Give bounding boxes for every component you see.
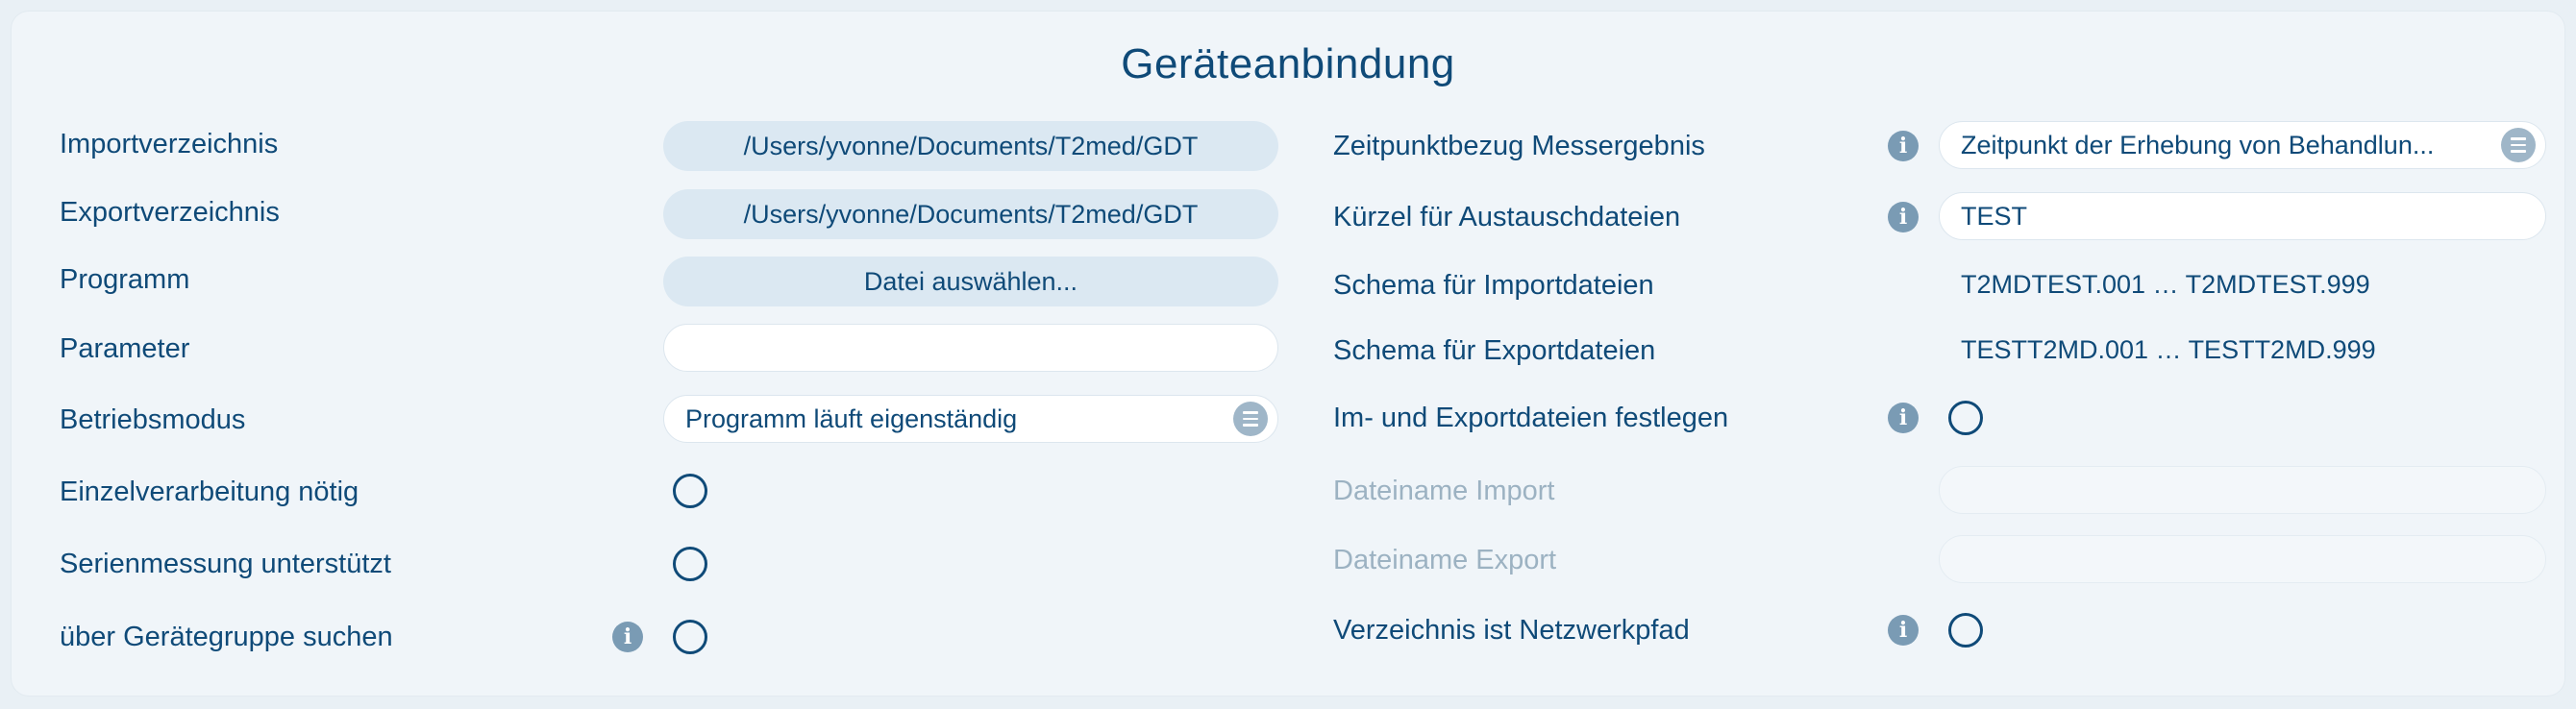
export-schema-label: Schema für Exportdateien [1333,335,1656,366]
abbreviation-value: TEST [1961,201,2028,231]
import-schema-label: Schema für Importdateien [1333,270,1654,301]
mode-value: Programm läuft eigenständig [685,403,1018,433]
series-measurement-label: Serienmessung unterstützt [60,549,391,579]
import-dir-label: Importverzeichnis [60,129,279,159]
list-select-icon[interactable] [2501,128,2536,162]
import-schema-value: T2MDTEST.001 … T2MDTEST.999 [1961,270,2370,299]
export-schema-value: TESTT2MD.001 … TESTT2MD.999 [1961,335,2376,364]
program-select-button[interactable]: Datei auswählen... [663,257,1278,306]
info-icon[interactable]: i [1888,131,1919,161]
network-path-label: Verzeichnis ist Netzwerkpfad [1333,615,1690,646]
panel-title: Geräteanbindung [1121,40,1455,87]
export-dir-button[interactable]: /Users/yvonne/Documents/T2med/GDT [663,189,1278,239]
abbreviation-label: Kürzel für Austauschdateien [1333,202,1681,232]
search-group-radio[interactable] [673,620,707,654]
export-filename-label: Dateiname Export [1333,545,1557,575]
series-measurement-radio[interactable] [673,547,707,581]
time-reference-select[interactable]: Zeitpunkt der Erhebung von Behandlun... [1939,121,2546,169]
parameter-label: Parameter [60,333,190,364]
time-reference-value: Zeitpunkt der Erhebung von Behandlun... [1961,130,2435,159]
single-processing-label: Einzelverarbeitung nötig [60,477,359,507]
info-icon[interactable]: i [1888,403,1919,433]
export-dir-label: Exportverzeichnis [60,197,280,228]
info-icon[interactable]: i [612,622,643,652]
program-label: Programm [60,264,190,295]
export-filename-input[interactable] [1939,535,2546,583]
mode-select[interactable]: Programm läuft eigenständig [663,395,1278,443]
mode-label: Betriebsmodus [60,404,246,435]
import-dir-button[interactable]: /Users/yvonne/Documents/T2med/GDT [663,121,1278,171]
abbreviation-input[interactable]: TEST [1939,192,2546,240]
define-files-label: Im- und Exportdateien festlegen [1333,403,1729,433]
info-icon[interactable]: i [1888,615,1919,646]
single-processing-radio[interactable] [673,474,707,508]
parameter-input[interactable] [663,324,1278,372]
device-connection-panel: Geräteanbindung Importverzeichnis /Users… [12,12,2564,696]
network-path-radio[interactable] [1948,613,1983,648]
search-group-label: über Gerätegruppe suchen [60,622,393,652]
time-reference-label: Zeitpunktbezug Messergebnis [1333,131,1705,161]
define-files-radio[interactable] [1948,401,1983,435]
info-icon[interactable]: i [1888,202,1919,232]
list-select-icon[interactable] [1233,402,1268,436]
import-filename-label: Dateiname Import [1333,476,1555,506]
import-filename-input[interactable] [1939,466,2546,514]
